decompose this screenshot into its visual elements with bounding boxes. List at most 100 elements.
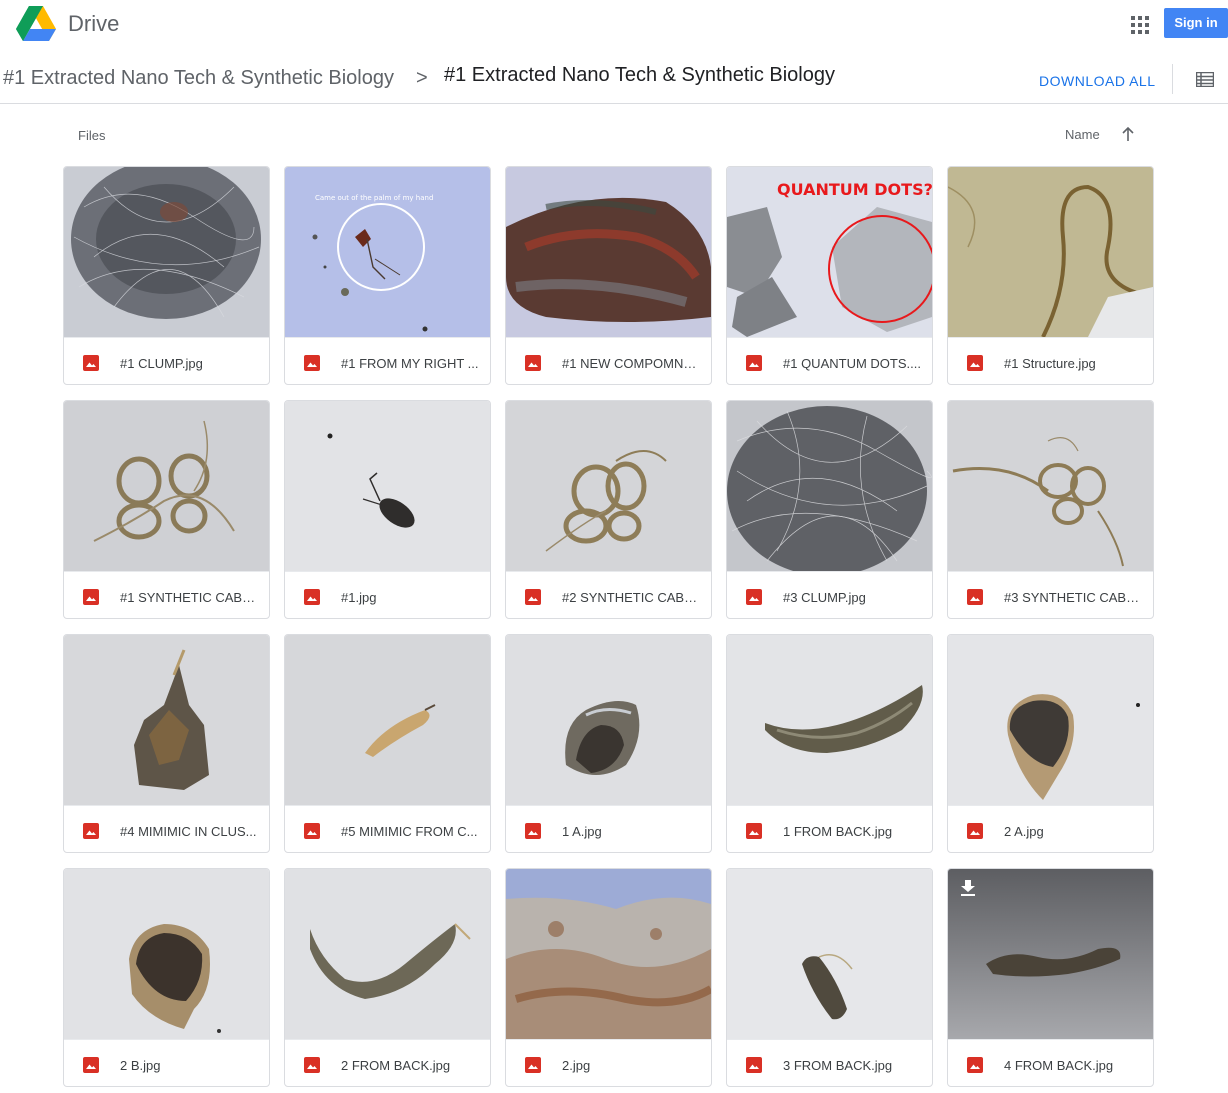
file-tile[interactable]: #1 CLUMP.jpg [63,166,270,385]
arrow-up-icon[interactable] [1120,125,1136,143]
file-caption: #1 FROM MY RIGHT ... [285,337,490,384]
sort-by-name-button[interactable]: Name [1065,127,1100,142]
file-name: 2.jpg [562,1058,591,1073]
image-file-icon [525,589,541,605]
file-thumbnail [948,869,1153,1039]
file-tile[interactable]: #4 MIMIMIC IN CLUS... [63,634,270,853]
breadcrumb-current-folder: #1 Extracted Nano Tech & Synthetic Biolo… [444,64,835,86]
file-name: #1 QUANTUM DOTS.... [783,356,921,371]
file-thumbnail [948,635,1153,805]
file-caption: 1 FROM BACK.jpg [727,805,932,852]
breadcrumb-separator: > [416,67,428,89]
file-tile[interactable]: 1 A.jpg [505,634,712,853]
file-thumbnail [64,401,269,571]
file-caption: #1 Structure.jpg [948,337,1153,384]
list-view-icon[interactable] [1196,72,1214,87]
file-tile[interactable]: 2 A.jpg [947,634,1154,853]
file-thumbnail [727,869,932,1039]
file-caption: #1 CLUMP.jpg [64,337,269,384]
image-file-icon [304,823,320,839]
file-caption: #2 SYNTHETIC CABL... [506,571,711,618]
file-thumbnail [64,635,269,805]
file-name: #1 SYNTHETIC CABL... [120,590,260,605]
file-caption: #1 SYNTHETIC CABL... [64,571,269,618]
file-tile[interactable]: #1 SYNTHETIC CABL... [63,400,270,619]
file-tile[interactable]: #1 Structure.jpg [947,166,1154,385]
file-thumbnail [727,635,932,805]
file-tile[interactable]: 2.jpg [505,868,712,1087]
file-tile[interactable]: #2 SYNTHETIC CABL... [505,400,712,619]
file-name: #1 CLUMP.jpg [120,356,203,371]
file-tile[interactable]: 2 B.jpg [63,868,270,1087]
image-file-icon [967,355,983,371]
file-caption: 2.jpg [506,1039,711,1086]
drive-logo-icon[interactable] [16,6,56,42]
file-thumbnail [506,869,711,1039]
sign-in-button[interactable]: Sign in [1164,8,1228,38]
file-name: #3 SYNTHETIC CABL... [1004,590,1144,605]
file-tile[interactable]: #3 SYNTHETIC CABL... [947,400,1154,619]
file-tile[interactable]: 4 FROM BACK.jpg [947,868,1154,1087]
file-name: 1 A.jpg [562,824,602,839]
thumbnail-caption: Came out of the palm of my hand [315,194,433,202]
image-file-icon [83,1057,99,1073]
file-thumbnail [948,401,1153,571]
file-caption: #1 QUANTUM DOTS.... [727,337,932,384]
file-caption: 2 A.jpg [948,805,1153,852]
breadcrumb: #1 Extracted Nano Tech & Synthetic Biolo… [0,50,1228,104]
file-thumbnail [285,635,490,805]
file-thumbnail [64,869,269,1039]
image-file-icon [525,355,541,371]
file-name: #5 MIMIMIC FROM C... [341,824,478,839]
file-name: 2 A.jpg [1004,824,1044,839]
file-caption: #5 MIMIMIC FROM C... [285,805,490,852]
image-file-icon [83,823,99,839]
file-caption: #1 NEW COMPOMNA... [506,337,711,384]
file-name: 4 FROM BACK.jpg [1004,1058,1114,1073]
file-tile[interactable]: #1.jpg [284,400,491,619]
image-file-icon [746,1057,762,1073]
file-caption: #4 MIMIMIC IN CLUS... [64,805,269,852]
file-caption: 3 FROM BACK.jpg [727,1039,932,1086]
file-name: 2 FROM BACK.jpg [341,1058,451,1073]
file-caption: 2 FROM BACK.jpg [285,1039,490,1086]
apps-grid-icon[interactable] [1131,16,1149,34]
download-icon[interactable] [960,879,976,897]
thumbnail-caption: QUANTUM DOTS? [777,180,932,199]
file-tile[interactable]: 1 FROM BACK.jpg [726,634,933,853]
file-thumbnail [948,167,1153,337]
image-file-icon [746,589,762,605]
file-caption: #3 SYNTHETIC CABL... [948,571,1153,618]
top-bar: Drive Sign in [0,0,1228,50]
file-tile[interactable]: #1 NEW COMPOMNA... [505,166,712,385]
file-tile[interactable]: #5 MIMIMIC FROM C... [284,634,491,853]
image-file-icon [304,1057,320,1073]
image-file-icon [746,823,762,839]
image-file-icon [83,355,99,371]
file-caption: 4 FROM BACK.jpg [948,1039,1153,1086]
file-tile[interactable]: 3 FROM BACK.jpg [726,868,933,1087]
file-name: #1 Structure.jpg [1004,356,1096,371]
file-thumbnail [506,401,711,571]
product-name: Drive [68,11,120,36]
file-tile[interactable]: #3 CLUMP.jpg [726,400,933,619]
file-thumbnail: Came out of the palm of my hand [285,167,490,337]
toolbar-divider [1172,64,1173,94]
file-tile[interactable]: QUANTUM DOTS? #1 QUANTUM DOTS.... [726,166,933,385]
breadcrumb-parent-folder[interactable]: #1 Extracted Nano Tech & Synthetic Biolo… [3,67,394,90]
file-name: #1 NEW COMPOMNA... [562,356,702,371]
download-all-button[interactable]: DOWNLOAD ALL [1039,73,1155,89]
file-tile[interactable]: Came out of the palm of my hand #1 FROM … [284,166,491,385]
file-name: 1 FROM BACK.jpg [783,824,893,839]
file-tile[interactable]: 2 FROM BACK.jpg [284,868,491,1087]
file-thumbnail [727,401,932,571]
image-file-icon [967,823,983,839]
file-name: #1 FROM MY RIGHT ... [341,356,479,371]
image-file-icon [967,1057,983,1073]
file-thumbnail [64,167,269,337]
file-name: 3 FROM BACK.jpg [783,1058,893,1073]
file-thumbnail [285,869,490,1039]
file-thumbnail [506,635,711,805]
file-thumbnail [285,401,490,571]
image-file-icon [304,589,320,605]
